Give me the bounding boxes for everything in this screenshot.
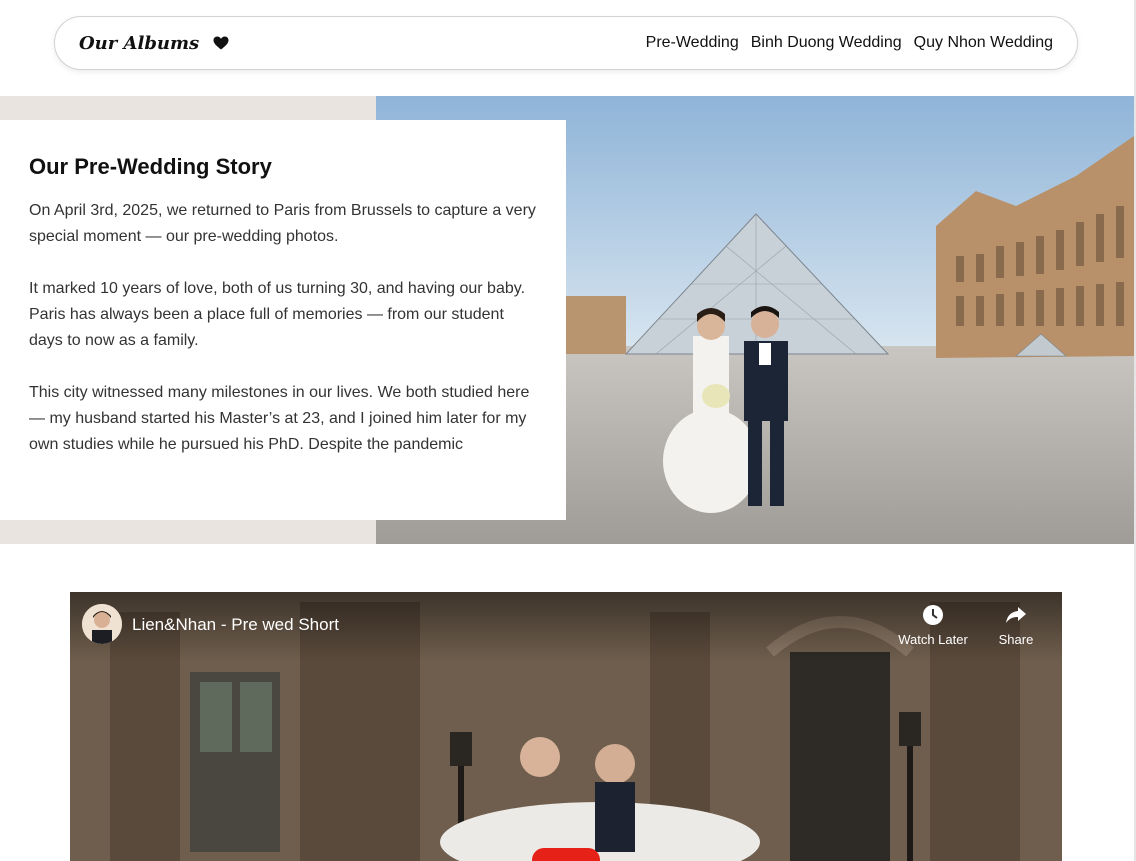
share-label: Share	[998, 632, 1034, 647]
story-paragraph: On April 3rd, 2025, we returned to Paris…	[29, 202, 536, 245]
brand[interactable]: Our Albums	[79, 33, 229, 54]
nav-link-pre-wedding[interactable]: Pre-Wedding	[646, 34, 739, 52]
navbar: Our Albums Pre-Wedding Binh Duong Weddin…	[54, 16, 1078, 70]
play-button[interactable]	[532, 848, 600, 861]
video-title[interactable]: Lien&Nhan - Pre wed Short	[132, 615, 339, 635]
heart-icon	[213, 36, 229, 50]
watch-later-button[interactable]: Watch Later	[898, 604, 968, 647]
share-button[interactable]: Share	[981, 604, 1051, 647]
nav-link-quy-nhon-wedding[interactable]: Quy Nhon Wedding	[914, 34, 1053, 52]
brand-title[interactable]: Our Albums	[79, 33, 199, 54]
story-card: Our Pre-Wedding Story On April 3rd, 2025…	[0, 120, 566, 520]
story-paragraph: This city witnessed many milestones in o…	[29, 384, 530, 453]
watch-later-label: Watch Later	[898, 632, 968, 647]
channel-avatar[interactable]	[82, 604, 122, 644]
story-title: Our Pre-Wedding Story	[29, 154, 272, 179]
video-player[interactable]: Lien&Nhan - Pre wed Short Watch Later Sh…	[70, 592, 1062, 861]
share-icon	[1006, 607, 1026, 623]
nav-links: Pre-Wedding Binh Duong Wedding Quy Nhon …	[646, 34, 1053, 52]
clock-icon	[923, 605, 943, 625]
story-paragraph: It marked 10 years of love, both of us t…	[29, 280, 526, 349]
nav-link-binh-duong-wedding[interactable]: Binh Duong Wedding	[751, 34, 902, 52]
